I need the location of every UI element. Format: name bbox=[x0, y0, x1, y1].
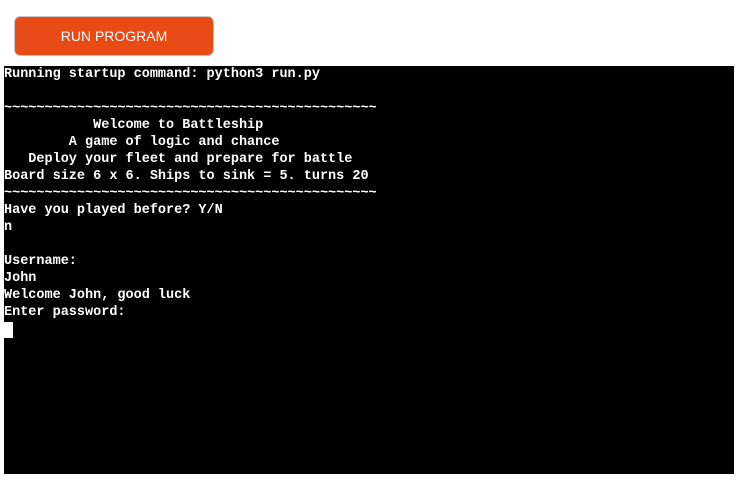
terminal-line: Deploy your fleet and prepare for battle bbox=[4, 152, 353, 167]
terminal-line: Running startup command: python3 run.py bbox=[4, 67, 320, 82]
terminal-line: Have you played before? Y/N bbox=[4, 203, 223, 218]
terminal-line: Welcome John, good luck bbox=[4, 288, 191, 303]
terminal-cursor bbox=[4, 322, 13, 338]
terminal-line: Enter password: bbox=[4, 305, 126, 320]
terminal-line: ~~~~~~~~~~~~~~~~~~~~~~~~~~~~~~~~~~~~~~~~… bbox=[4, 186, 377, 201]
terminal[interactable]: Running startup command: python3 run.py … bbox=[4, 66, 734, 474]
terminal-input-line[interactable] bbox=[4, 321, 734, 338]
terminal-line: Board size 6 x 6. Ships to sink = 5. tur… bbox=[4, 169, 369, 184]
terminal-line: Welcome to Battleship bbox=[4, 118, 264, 133]
terminal-line: ~~~~~~~~~~~~~~~~~~~~~~~~~~~~~~~~~~~~~~~~… bbox=[4, 101, 377, 116]
run-program-button[interactable]: RUN PROGRAM bbox=[14, 16, 214, 56]
terminal-line: Username: bbox=[4, 254, 77, 269]
terminal-line: John bbox=[4, 271, 37, 286]
terminal-line: A game of logic and chance bbox=[4, 135, 280, 150]
terminal-line: n bbox=[4, 220, 13, 235]
